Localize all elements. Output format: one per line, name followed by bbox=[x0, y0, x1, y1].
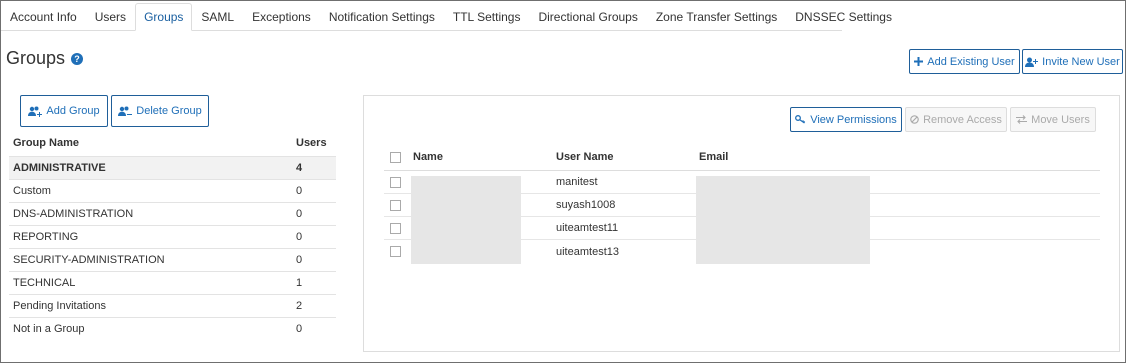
group-user-count: 0 bbox=[296, 185, 303, 197]
remove-access-button[interactable]: Remove Access bbox=[905, 107, 1007, 132]
users-minus-icon bbox=[118, 106, 133, 117]
groups-table: Group Name Users ADMINISTRATIVE 4 Custom… bbox=[9, 130, 336, 340]
add-existing-user-label: Add Existing User bbox=[927, 55, 1015, 68]
tab-users[interactable]: Users bbox=[86, 3, 135, 30]
group-name: DNS-ADMINISTRATION bbox=[13, 208, 134, 220]
page-title-row: Groups ? bbox=[6, 48, 84, 69]
row-checkbox[interactable] bbox=[390, 176, 401, 188]
group-name: TECHNICAL bbox=[13, 277, 76, 289]
user-username: manitest bbox=[556, 176, 598, 188]
help-icon[interactable]: ? bbox=[71, 52, 84, 65]
group-user-count: 2 bbox=[296, 300, 303, 312]
user-plus-icon bbox=[1025, 57, 1039, 67]
delete-group-label: Delete Group bbox=[136, 105, 202, 117]
tab-exceptions[interactable]: Exceptions bbox=[243, 3, 320, 30]
group-name: Custom bbox=[13, 185, 51, 197]
move-users-label: Move Users bbox=[1031, 113, 1090, 126]
group-row[interactable]: DNS-ADMINISTRATION 0 bbox=[9, 202, 336, 225]
group-row[interactable]: REPORTING 0 bbox=[9, 225, 336, 248]
group-members-panel: View Permissions Remove Access Move User… bbox=[363, 95, 1120, 352]
ban-icon bbox=[910, 115, 919, 124]
user-username: uiteamtest13 bbox=[556, 245, 619, 258]
column-header-email[interactable]: Email bbox=[699, 151, 1100, 163]
group-row[interactable]: SECURITY-ADMINISTRATION 0 bbox=[9, 248, 336, 271]
remove-access-label: Remove Access bbox=[923, 113, 1002, 126]
group-user-count: 0 bbox=[296, 231, 303, 243]
select-all-checkbox[interactable] bbox=[390, 151, 401, 163]
users-plus-icon bbox=[28, 106, 43, 117]
tab-dnssec-settings[interactable]: DNSSEC Settings bbox=[786, 3, 901, 30]
redacted-emails-block bbox=[696, 176, 870, 264]
group-name: SECURITY-ADMINISTRATION bbox=[13, 254, 165, 266]
group-row[interactable]: TECHNICAL 1 bbox=[9, 271, 336, 294]
row-checkbox[interactable] bbox=[390, 222, 401, 234]
tab-account-info[interactable]: Account Info bbox=[1, 3, 86, 30]
group-name: ADMINISTRATIVE bbox=[13, 162, 106, 174]
delete-group-button[interactable]: Delete Group bbox=[111, 95, 209, 127]
group-user-count: 1 bbox=[296, 277, 303, 289]
invite-new-user-button[interactable]: Invite New User bbox=[1022, 49, 1123, 74]
app-frame: Account Info Users Groups SAML Exception… bbox=[0, 0, 1126, 363]
plus-icon bbox=[914, 57, 924, 66]
page-title: Groups bbox=[6, 48, 66, 68]
group-name: Not in a Group bbox=[13, 323, 85, 335]
group-row[interactable]: Not in a Group 0 bbox=[9, 317, 336, 340]
tab-groups[interactable]: Groups bbox=[135, 3, 193, 31]
tab-notification-settings[interactable]: Notification Settings bbox=[320, 3, 444, 30]
group-name: Pending Invitations bbox=[13, 300, 106, 312]
tab-zone-transfer-settings[interactable]: Zone Transfer Settings bbox=[647, 3, 786, 30]
row-checkbox[interactable] bbox=[390, 246, 401, 257]
group-user-count: 0 bbox=[296, 254, 303, 266]
group-row[interactable]: Custom 0 bbox=[9, 179, 336, 202]
redacted-names-block bbox=[411, 176, 521, 264]
column-header-name[interactable]: Name bbox=[413, 151, 556, 163]
group-user-count: 4 bbox=[296, 162, 303, 174]
tab-directional-groups[interactable]: Directional Groups bbox=[529, 3, 646, 30]
move-users-button[interactable]: Move Users bbox=[1010, 107, 1096, 132]
add-existing-user-button[interactable]: Add Existing User bbox=[909, 49, 1020, 74]
column-header-group-name[interactable]: Group Name bbox=[9, 137, 291, 149]
view-permissions-label: View Permissions bbox=[810, 113, 897, 126]
row-checkbox[interactable] bbox=[390, 199, 401, 211]
add-group-button[interactable]: Add Group bbox=[20, 95, 108, 127]
tab-saml[interactable]: SAML bbox=[192, 3, 243, 30]
user-username: suyash1008 bbox=[556, 199, 616, 211]
users-table-header: Name User Name Email bbox=[384, 144, 1100, 171]
group-row[interactable]: Pending Invitations 2 bbox=[9, 294, 336, 317]
group-user-count: 0 bbox=[296, 208, 303, 220]
group-row[interactable]: ADMINISTRATIVE 4 bbox=[9, 156, 336, 179]
view-permissions-button[interactable]: View Permissions bbox=[790, 107, 902, 132]
key-icon bbox=[795, 115, 806, 124]
exchange-icon bbox=[1016, 115, 1028, 124]
group-user-count: 0 bbox=[296, 323, 303, 335]
user-username: uiteamtest11 bbox=[556, 222, 619, 234]
add-group-label: Add Group bbox=[46, 105, 100, 117]
tab-ttl-settings[interactable]: TTL Settings bbox=[444, 3, 530, 30]
tab-bar: Account Info Users Groups SAML Exception… bbox=[1, 3, 892, 31]
column-header-users[interactable]: Users bbox=[291, 137, 336, 149]
invite-new-user-label: Invite New User bbox=[1042, 55, 1120, 68]
group-name: REPORTING bbox=[13, 231, 79, 243]
column-header-user-name[interactable]: User Name bbox=[556, 151, 699, 163]
groups-table-header: Group Name Users bbox=[9, 130, 336, 156]
